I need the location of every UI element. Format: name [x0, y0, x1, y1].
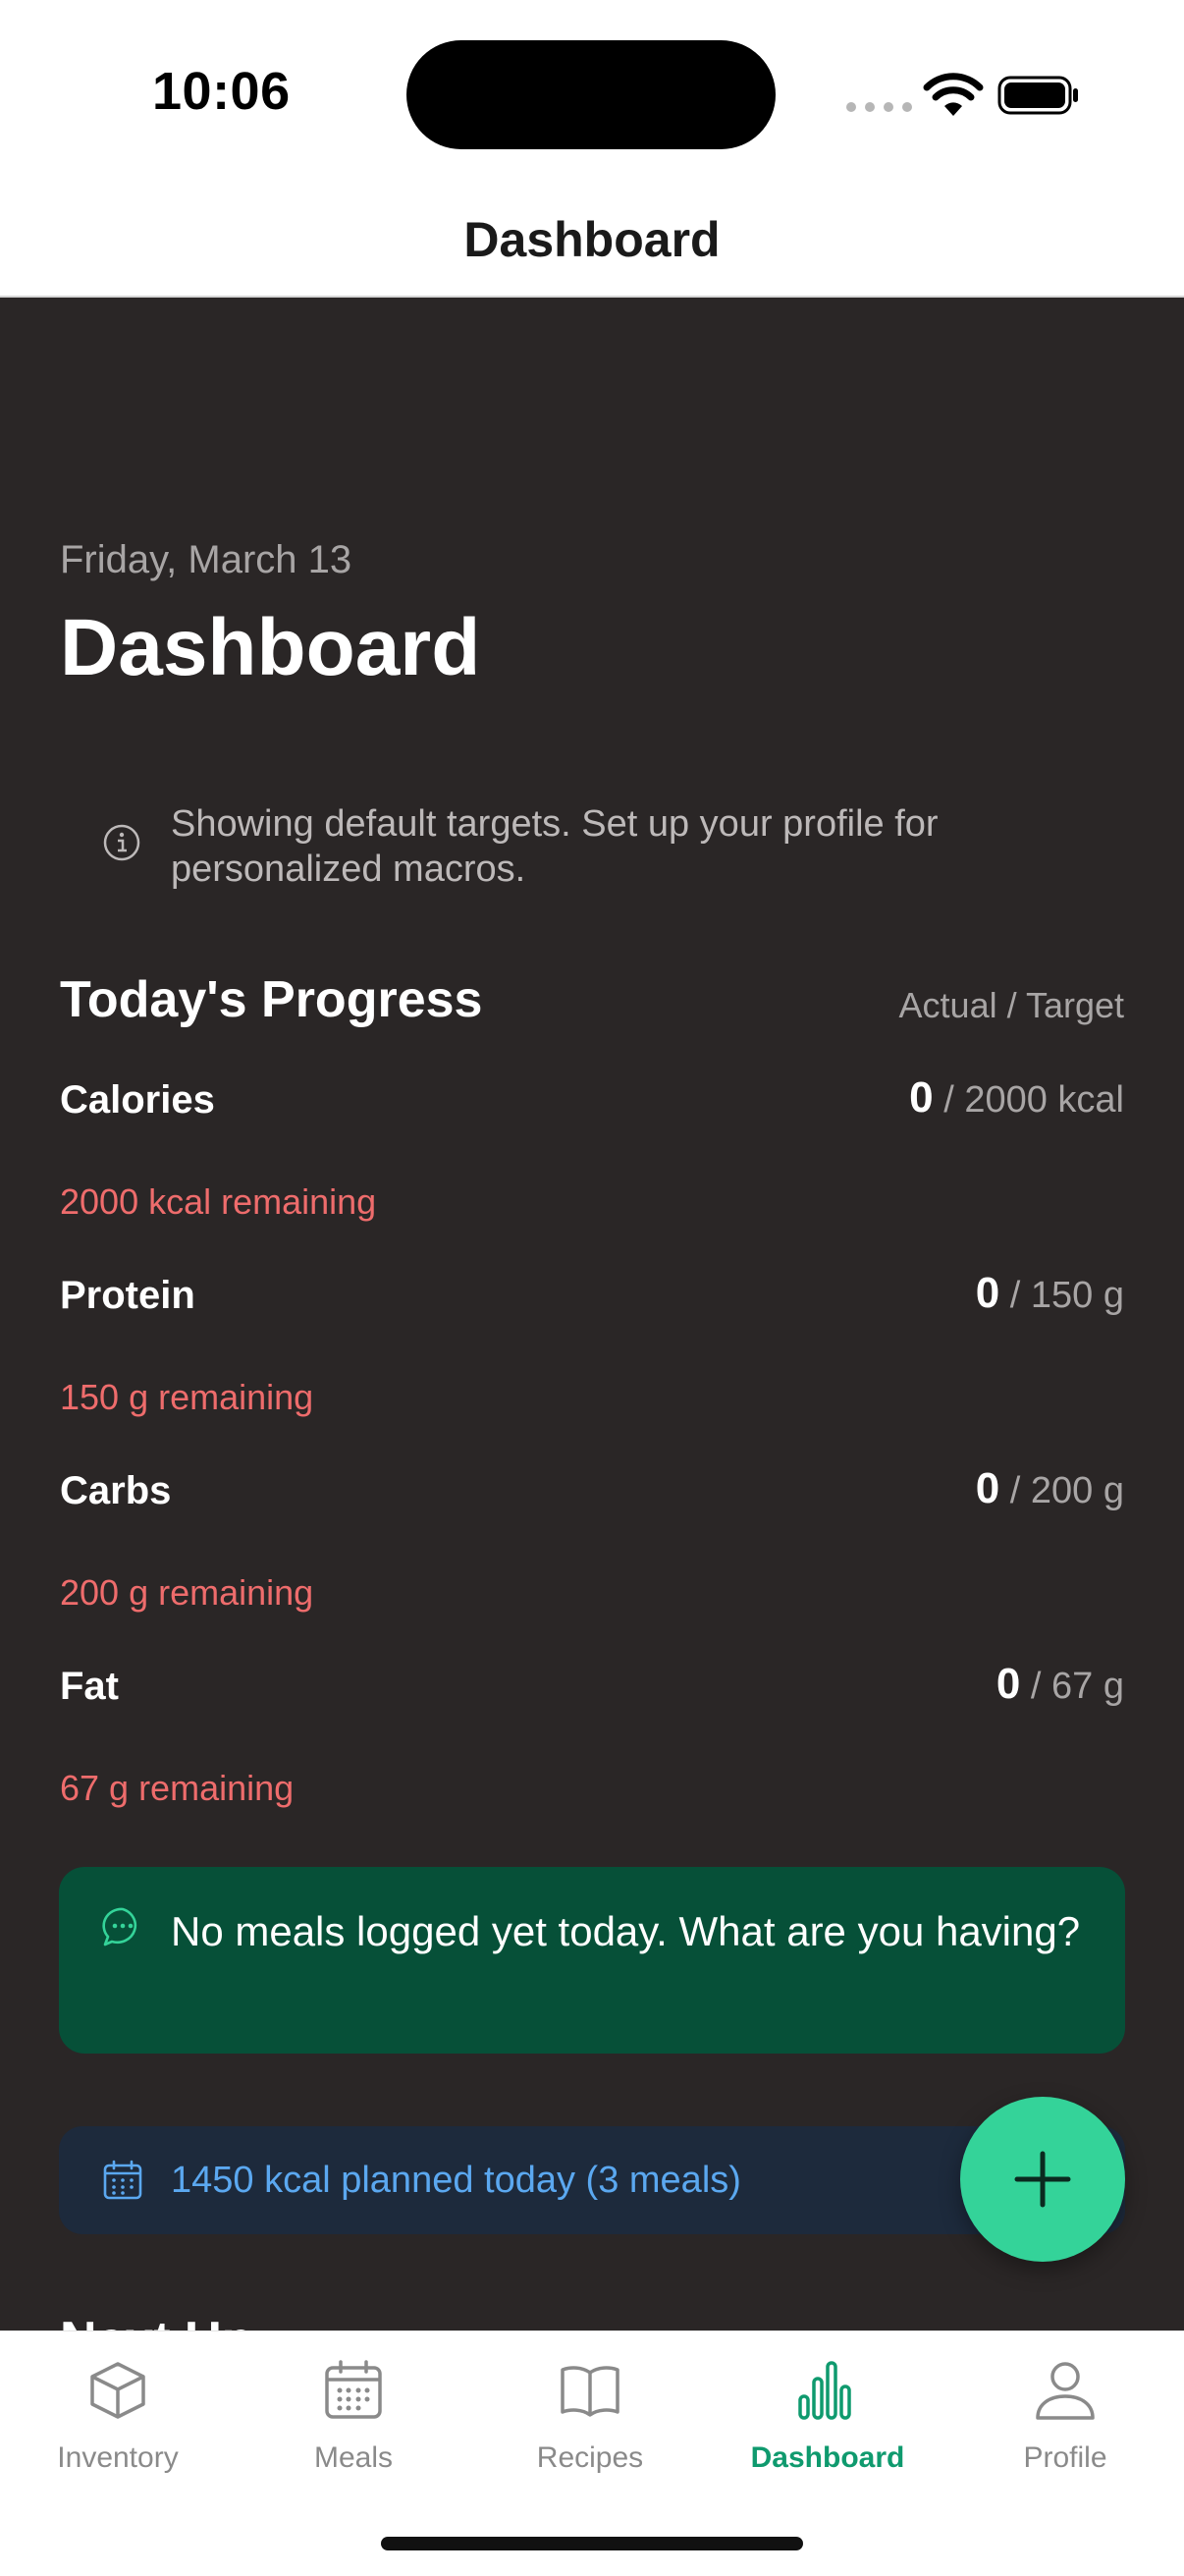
macro-target: / 2000 kcal	[943, 1079, 1124, 1121]
dashboard-content[interactable]: Friday, March 13 Dashboard Showing defau…	[0, 298, 1184, 2330]
dynamic-island	[406, 40, 776, 149]
tab-label: Meals	[313, 2441, 394, 2474]
navigation-header: Dashboard	[0, 182, 1184, 298]
tab-label: Profile	[1023, 2441, 1107, 2474]
macro-label-calories: Calories	[60, 1078, 215, 1122]
macro-values-calories: 0 / 2000 kcal	[909, 1073, 1124, 1123]
chat-bubble-icon	[102, 1907, 137, 1946]
macro-values-carbs: 0 / 200 g	[976, 1464, 1124, 1513]
plus-icon	[1014, 2151, 1071, 2208]
meal-prompt-text: No meals logged yet today. What are you …	[171, 1908, 1081, 1954]
macro-actual: 0	[975, 1269, 1000, 1317]
tab-label: Inventory	[57, 2441, 179, 2474]
bar-chart-icon	[798, 2361, 851, 2420]
tab-label: Dashboard	[750, 2441, 905, 2474]
tab-dashboard[interactable]: Dashboard	[710, 2331, 945, 2498]
planned-meals-text: 1450 kcal planned today (3 meals)	[171, 2160, 741, 2201]
cube-icon	[90, 2362, 145, 2419]
battery-icon	[997, 76, 1078, 115]
person-icon	[1036, 2362, 1095, 2420]
macro-target: / 150 g	[1009, 1275, 1124, 1316]
macro-label-carbs: Carbs	[60, 1469, 172, 1512]
calendar-icon	[103, 2160, 142, 2200]
macro-remaining-protein: 150 g remaining	[60, 1377, 314, 1417]
default-targets-notice[interactable]: Showing default targets. Set up your pro…	[171, 801, 1113, 892]
info-icon	[103, 824, 140, 861]
tab-profile[interactable]: Profile	[947, 2331, 1183, 2498]
macro-values-fat: 0 / 67 g	[996, 1660, 1124, 1709]
macro-target: / 200 g	[1009, 1470, 1124, 1511]
macro-label-fat: Fat	[60, 1665, 119, 1708]
page-title: Dashboard	[60, 603, 481, 692]
macro-remaining-carbs: 200 g remaining	[60, 1572, 314, 1613]
cellular-signal-icon	[846, 102, 912, 112]
macro-target: / 67 g	[1030, 1666, 1124, 1707]
macro-remaining-calories: 2000 kcal remaining	[60, 1181, 377, 1222]
macro-remaining-fat: 67 g remaining	[60, 1768, 295, 1808]
nav-title: Dashboard	[463, 212, 721, 267]
progress-section-title: Today's Progress	[60, 971, 483, 1028]
progress-section-meta: Actual / Target	[898, 985, 1124, 1025]
tab-meals[interactable]: Meals	[236, 2331, 471, 2498]
status-bar: 10:06	[0, 0, 1184, 182]
macro-values-protein: 0 / 150 g	[976, 1269, 1124, 1318]
macro-label-protein: Protein	[60, 1274, 195, 1317]
tab-label: Recipes	[536, 2441, 644, 2474]
book-icon	[561, 2366, 619, 2417]
add-meal-button[interactable]	[960, 2097, 1125, 2262]
tab-recipes[interactable]: Recipes	[472, 2331, 708, 2498]
status-time: 10:06	[152, 62, 291, 121]
home-indicator	[381, 2537, 803, 2550]
wifi-icon	[923, 73, 984, 116]
date-label: Friday, March 13	[60, 538, 352, 581]
macro-actual: 0	[996, 1660, 1021, 1708]
next-up-title: Next Up	[60, 2311, 252, 2330]
tab-inventory[interactable]: Inventory	[0, 2331, 236, 2498]
macro-actual: 0	[975, 1464, 1000, 1512]
calendar-icon	[325, 2360, 382, 2419]
log-meal-prompt-card[interactable]: No meals logged yet today. What are you …	[59, 1867, 1125, 2054]
macro-actual: 0	[909, 1073, 934, 1122]
